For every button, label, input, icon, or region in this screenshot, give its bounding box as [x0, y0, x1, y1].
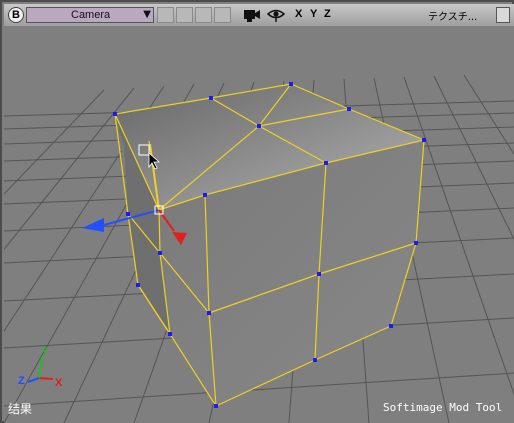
axis-y-toggle[interactable]: Y: [310, 8, 317, 20]
z-axis-arrowhead[interactable]: [82, 218, 104, 232]
axis-gizmo: X Y Z: [18, 346, 63, 389]
gizmo-y-label: Y: [41, 346, 49, 358]
camera-dropdown-label: Camera: [71, 9, 111, 21]
view-slot-3[interactable]: [195, 7, 212, 23]
view-slot-1[interactable]: [157, 7, 174, 23]
viewport-frame: B Camera ▼ X Y Z テクスチ... X Y Z 结果 Softim…: [0, 0, 514, 423]
status-result-label: 结果: [8, 402, 33, 416]
gizmo-x-label: X: [55, 377, 63, 389]
camera-dropdown[interactable]: Camera ▼: [26, 7, 154, 23]
chevron-down-icon: ▼: [143, 9, 151, 20]
view-slot-4[interactable]: [214, 7, 231, 23]
app-name-label: Softimage Mod Tool: [383, 401, 503, 414]
cube-mesh[interactable]: [113, 82, 426, 408]
camera-icon[interactable]: [242, 7, 262, 23]
display-mode-menu[interactable]: テクスチ...: [428, 8, 477, 23]
axis-z-toggle[interactable]: Z: [324, 8, 331, 20]
eye-icon[interactable]: [267, 7, 285, 23]
axis-x-toggle[interactable]: X: [295, 8, 302, 20]
viewport-b-button[interactable]: B: [8, 7, 24, 23]
maximize-viewport-button[interactable]: [496, 7, 510, 23]
viewport-toolbar: B Camera ▼ X Y Z テクスチ...: [4, 4, 514, 27]
gizmo-z-label: Z: [18, 375, 25, 387]
3d-viewport[interactable]: X Y Z: [4, 26, 514, 423]
view-slot-2[interactable]: [176, 7, 193, 23]
